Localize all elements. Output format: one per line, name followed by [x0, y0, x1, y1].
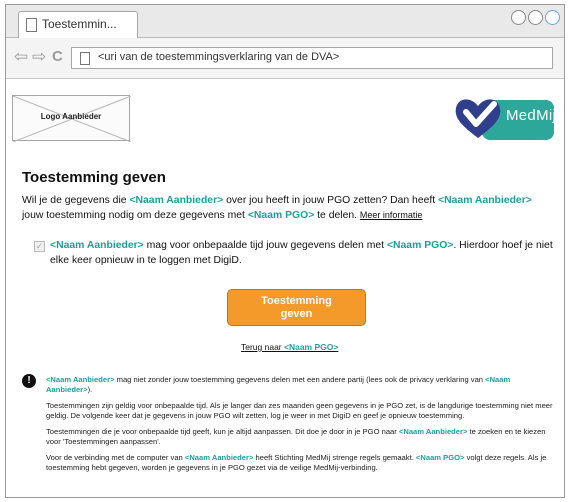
- info-part: Voor de verbinding met de computer van: [46, 453, 185, 462]
- pgo-name: <Naam PGO>: [415, 453, 465, 462]
- give-consent-button-line1: Toestemming: [261, 295, 332, 307]
- page-icon: [80, 52, 90, 65]
- provider-name: <Naam Aanbieder>: [438, 195, 532, 206]
- intro-part: Wil je de gegevens die: [22, 195, 130, 206]
- info-part: Toestemmingen die je voor onbepaalde tij…: [46, 427, 399, 436]
- window-close-icon[interactable]: [545, 10, 560, 25]
- back-link-prefix: Terug naar: [241, 342, 284, 352]
- address-bar: ⇦ ⇨ C <uri van de toestemmingsverklaring…: [6, 38, 564, 79]
- tab-title: Toestemmin...: [42, 17, 117, 31]
- provider-name: <Naam Aanbieder>: [184, 453, 254, 462]
- info-section: <Naam Aanbieder> mag niet zonder jouw to…: [46, 375, 556, 479]
- back-arrow-icon[interactable]: ⇦: [14, 47, 28, 67]
- info-paragraph: Toestemmingen die je voor onbepaalde tij…: [46, 427, 556, 447]
- page-icon: [26, 18, 37, 32]
- info-paragraph: <Naam Aanbieder> mag niet zonder jouw to…: [46, 375, 556, 395]
- forward-arrow-icon[interactable]: ⇨: [32, 47, 46, 67]
- info-part: heeft Stichting MedMij strenge regels ge…: [253, 453, 416, 462]
- consent-part: mag voor onbepaalde tijd jouw gegevens d…: [143, 240, 387, 251]
- medmij-logo: MedMij: [454, 94, 557, 142]
- reload-icon[interactable]: C: [52, 47, 63, 67]
- provider-logo-placeholder: Logo Aanbieder: [12, 95, 131, 142]
- info-part: ).: [87, 385, 93, 394]
- intro-text: Wil je de gegevens die <Naam Aanbieder> …: [22, 193, 552, 223]
- window-maximize-icon[interactable]: [528, 10, 543, 25]
- browser-tab[interactable]: Toestemmin...: [18, 11, 138, 38]
- tab-bar: Toestemmin...: [6, 5, 564, 38]
- info-paragraph: Voor de verbinding met de computer van <…: [46, 453, 556, 473]
- info-exclamation-icon: !: [22, 374, 36, 388]
- more-info-link[interactable]: Meer informatie: [360, 210, 423, 220]
- pgo-name: <Naam PGO>: [386, 240, 454, 251]
- window-minimize-icon[interactable]: [511, 10, 526, 25]
- url-input[interactable]: <uri van de toestemmingsverklaring van d…: [71, 47, 553, 69]
- pgo-name: <Naam PGO>: [284, 342, 339, 352]
- browser-window: Toestemmin... ⇦ ⇨ C <uri van de toestemm…: [5, 4, 565, 498]
- back-to-pgo-link[interactable]: Terug naar <Naam PGO>: [241, 342, 338, 352]
- pgo-name: <Naam PGO>: [247, 210, 315, 221]
- provider-name: <Naam Aanbieder>: [50, 240, 144, 251]
- page-title: Toestemming geven: [22, 169, 166, 186]
- give-consent-button[interactable]: Toestemming geven: [227, 289, 366, 326]
- consent-checkbox[interactable]: ✓: [34, 241, 45, 252]
- url-text: <uri van de toestemmingsverklaring van d…: [98, 51, 340, 63]
- info-part: mag niet zonder jouw toestemming gegeven…: [114, 375, 486, 384]
- info-paragraph: Toestemmingen zijn geldig voor onbepaald…: [46, 401, 553, 420]
- provider-name: <Naam Aanbieder>: [398, 427, 468, 436]
- provider-name: <Naam Aanbieder>: [46, 375, 115, 384]
- intro-part: jouw toestemming nodig om deze gegevens …: [22, 210, 248, 221]
- provider-logo-label: Logo Aanbieder: [40, 112, 102, 121]
- intro-part: te delen.: [314, 210, 360, 221]
- intro-part: over jou heeft in jouw PGO zetten? Dan h…: [223, 195, 439, 206]
- medmij-logo-text: MedMij: [506, 107, 557, 124]
- provider-name: <Naam Aanbieder>: [129, 195, 224, 206]
- give-consent-button-line2: geven: [280, 308, 313, 320]
- consent-text: <Naam Aanbieder> mag voor onbepaalde tij…: [50, 238, 556, 268]
